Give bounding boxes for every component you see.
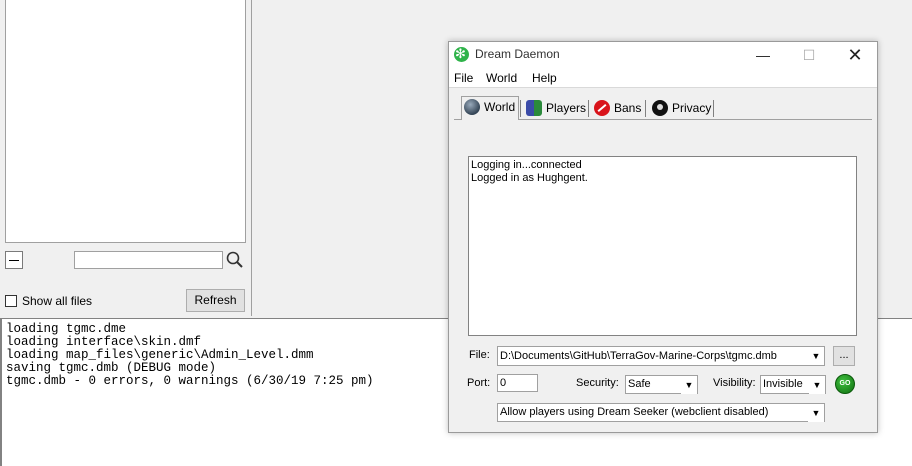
menu-bar: File World Help (449, 68, 877, 88)
tab-world[interactable]: World (461, 96, 519, 120)
file-path-value: D:\Documents\GitHub\TerraGov-Marine-Corp… (500, 350, 777, 362)
search-input[interactable] (74, 251, 223, 269)
title-bar[interactable]: Dream Daemon — ☐ ✕ (449, 42, 877, 68)
tab-bans-label: Bans (614, 101, 642, 115)
access-mode-value: Allow players using Dream Seeker (webcli… (500, 406, 769, 418)
chevron-down-icon[interactable]: ▼ (808, 404, 824, 422)
chevron-down-icon[interactable]: ▼ (809, 376, 825, 394)
chevron-down-icon[interactable]: ▼ (808, 347, 824, 365)
go-button[interactable]: GO (835, 374, 855, 394)
tab-bans[interactable]: Bans (592, 98, 642, 118)
port-input[interactable] (497, 374, 538, 392)
security-value: Safe (628, 378, 651, 390)
access-mode-select[interactable]: Allow players using Dream Seeker (webcli… (497, 403, 825, 422)
refresh-button[interactable]: Refresh (186, 289, 245, 312)
search-icon[interactable] (225, 250, 245, 270)
dream-daemon-logo-icon (454, 46, 469, 62)
show-all-files-checkbox[interactable] (5, 295, 17, 307)
file-tree[interactable] (5, 0, 246, 243)
tab-players[interactable]: Players (524, 98, 587, 118)
visibility-value: Invisible (763, 378, 803, 390)
tab-players-label: Players (546, 101, 587, 115)
minimize-button[interactable]: — (740, 42, 786, 68)
close-button[interactable]: ✕ (832, 42, 878, 68)
privacy-icon (652, 100, 668, 116)
players-icon (526, 100, 542, 116)
chevron-down-icon[interactable]: ▼ (681, 376, 697, 394)
menu-file[interactable]: File (454, 71, 473, 85)
file-label: File: (469, 349, 490, 361)
tab-separator (588, 100, 589, 117)
security-label: Security: (576, 377, 619, 389)
visibility-label: Visibility: (713, 377, 756, 389)
menu-help[interactable]: Help (532, 71, 557, 85)
collapse-all-button[interactable] (5, 251, 23, 269)
tab-separator (520, 100, 521, 117)
ban-icon (594, 100, 610, 116)
tab-separator (713, 100, 714, 117)
globe-icon (464, 99, 480, 115)
window-title: Dream Daemon (475, 47, 560, 61)
browse-button[interactable]: ... (833, 346, 855, 366)
menu-world[interactable]: World (486, 71, 517, 85)
security-select[interactable]: Safe ▼ (625, 375, 698, 394)
maximize-button[interactable]: ☐ (786, 42, 832, 68)
tab-separator (645, 100, 646, 117)
log-line: Logging in...connected (471, 159, 582, 171)
port-label: Port: (467, 377, 491, 389)
log-line: Logged in as Hughgent. (471, 172, 588, 184)
file-path-select[interactable]: D:\Documents\GitHub\TerraGov-Marine-Corp… (497, 346, 825, 366)
tab-world-label: World (484, 100, 516, 114)
visibility-select[interactable]: Invisible ▼ (760, 375, 826, 394)
dream-daemon-window: Dream Daemon — ☐ ✕ File World Help World… (448, 41, 878, 433)
tab-privacy-label: Privacy (672, 101, 712, 115)
world-log[interactable]: Logging in...connected Logged in as Hughg… (468, 156, 857, 336)
show-all-files-label: Show all files (22, 294, 93, 308)
tab-privacy[interactable]: Privacy (650, 98, 712, 118)
